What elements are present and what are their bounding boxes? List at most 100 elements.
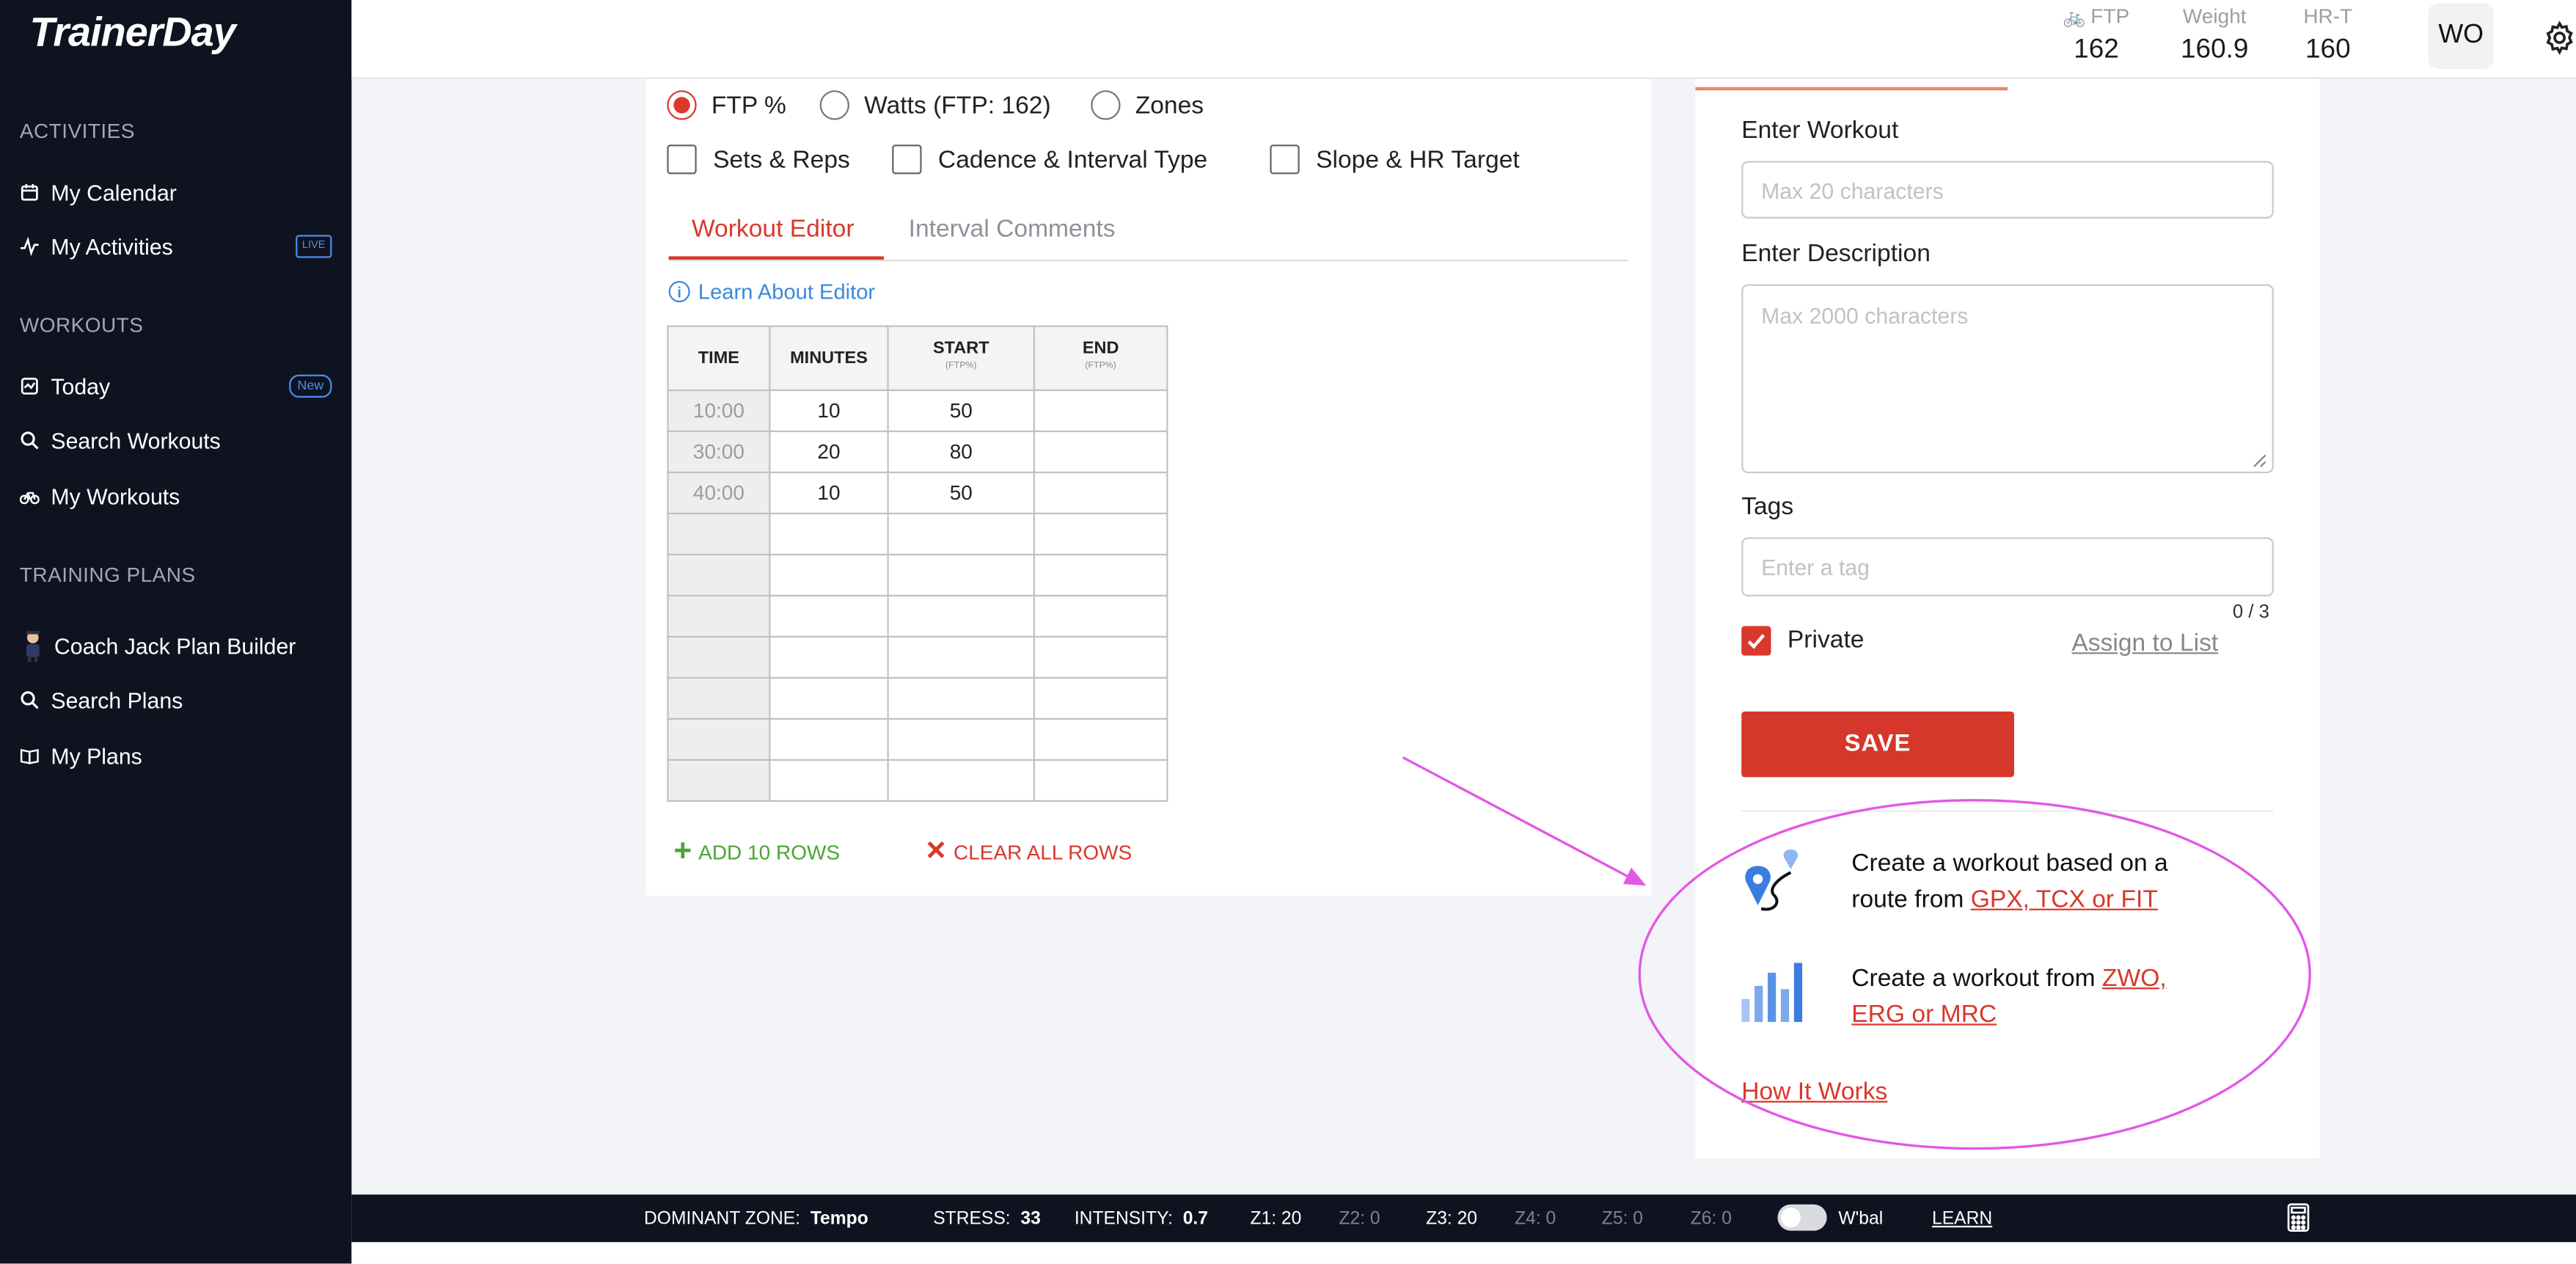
checkbox-sets-reps[interactable]: Sets & Reps	[667, 145, 850, 175]
time-cell	[667, 512, 771, 556]
description-textarea[interactable]: Max 2000 characters	[1741, 284, 2274, 474]
minutes-cell[interactable]: 10	[769, 389, 889, 433]
minutes-cell[interactable]	[769, 553, 889, 597]
minutes-cell[interactable]	[769, 676, 889, 720]
sidebar-item-today[interactable]: Today New	[20, 366, 335, 406]
start-cell[interactable]	[887, 717, 1036, 761]
info-icon: i	[668, 281, 690, 303]
table-row	[667, 717, 1168, 761]
radio-indicator	[819, 90, 849, 120]
search-icon	[20, 690, 40, 710]
hr-target-stat[interactable]: HR-T 160	[2295, 5, 2361, 66]
resize-handle-icon[interactable]	[2251, 452, 2267, 468]
start-cell[interactable]	[887, 512, 1036, 556]
radio-ftp-percent[interactable]: FTP %	[667, 90, 786, 120]
wbal-toggle[interactable]	[1777, 1204, 1827, 1231]
sidebar-item-my-plans[interactable]: My Plans	[20, 736, 335, 775]
add-10-rows-button[interactable]: + ADD 10 ROWS	[673, 836, 840, 868]
calculator-icon[interactable]	[2287, 1203, 2310, 1232]
bike-icon	[19, 486, 40, 506]
sidebar-item-my-workouts[interactable]: My Workouts	[19, 477, 335, 516]
start-cell[interactable]: 80	[887, 430, 1036, 474]
time-cell: 30:00	[667, 430, 771, 474]
end-cell[interactable]	[1033, 512, 1168, 556]
sidebar-item-label: Search Plans	[51, 687, 183, 712]
table-header-row: TIME MINUTES START (FTP%) END (FTP%)	[667, 325, 1168, 392]
ftp-value: 162	[2074, 34, 2119, 65]
end-cell[interactable]	[1033, 635, 1168, 679]
clear-all-rows-button[interactable]: ✕ CLEAR ALL ROWS	[925, 839, 1132, 865]
sidebar-item-label: Today	[51, 373, 111, 399]
time-cell	[667, 553, 771, 597]
sidebar-item-label: My Plans	[51, 743, 142, 769]
header-start: START (FTP%)	[887, 325, 1036, 392]
sidebar-item-search-plans[interactable]: Search Plans	[20, 680, 335, 720]
end-cell[interactable]	[1033, 594, 1168, 638]
end-cell[interactable]	[1033, 759, 1168, 803]
wbal-label: W'bal	[1838, 1209, 1884, 1230]
tab-workout-editor[interactable]: Workout Editor	[692, 215, 855, 243]
checkbox-cadence-interval[interactable]: Cadence & Interval Type	[892, 145, 1208, 175]
weight-stat[interactable]: Weight 160.9	[2169, 5, 2261, 66]
checkbox-label: Cadence & Interval Type	[937, 145, 1208, 174]
start-cell[interactable]	[887, 594, 1036, 638]
start-cell[interactable]	[887, 759, 1036, 803]
brand-logo[interactable]: TrainerDay	[29, 10, 235, 57]
minutes-cell[interactable]	[769, 512, 889, 556]
sidebar-item-my-calendar[interactable]: My Calendar	[20, 172, 335, 212]
weight-label: Weight	[2182, 4, 2247, 29]
minutes-cell[interactable]: 10	[769, 471, 889, 515]
minutes-cell[interactable]	[769, 635, 889, 679]
tab-interval-comments[interactable]: Interval Comments	[909, 215, 1116, 243]
radio-indicator	[1091, 90, 1121, 120]
checkbox-box	[1270, 145, 1300, 175]
ftp-stat[interactable]: 🚲 FTP 162	[2054, 5, 2139, 66]
end-cell[interactable]	[1033, 471, 1168, 515]
radio-zones[interactable]: Zones	[1091, 90, 1204, 120]
start-cell[interactable]	[887, 553, 1036, 597]
time-cell	[667, 676, 771, 720]
end-cell[interactable]	[1033, 717, 1168, 761]
book-icon	[20, 746, 40, 766]
sidebar-item-coach-jack[interactable]: Coach Jack Plan Builder	[20, 626, 335, 665]
minutes-cell[interactable]	[769, 717, 889, 761]
sidebar-item-search-workouts[interactable]: Search Workouts	[20, 420, 335, 460]
start-cell[interactable]	[887, 635, 1036, 679]
radio-label: Watts (FTP: 162)	[864, 91, 1051, 120]
start-cell[interactable]: 50	[887, 389, 1036, 433]
minutes-cell[interactable]	[769, 759, 889, 803]
page-bottom-strip	[351, 1242, 2576, 1264]
sidebar-item-my-activities[interactable]: My Activities LIVE	[20, 227, 335, 266]
start-cell[interactable]: 50	[887, 471, 1036, 515]
tags-input[interactable]: Enter a tag	[1741, 537, 2274, 597]
end-cell[interactable]	[1033, 430, 1168, 474]
tags-label: Tags	[1741, 492, 1794, 522]
section-activities: ACTIVITIES	[19, 120, 135, 143]
zone-5-time: Z5: 0	[1601, 1209, 1643, 1230]
time-cell: 40:00	[667, 471, 771, 515]
table-row: 30:00 20 80	[667, 430, 1168, 474]
learn-link[interactable]: LEARN	[1932, 1209, 1992, 1229]
user-avatar[interactable]: WO	[2428, 3, 2495, 70]
workout-name-input[interactable]: Max 20 characters	[1741, 161, 2274, 219]
radio-watts[interactable]: Watts (FTP: 162)	[819, 90, 1051, 120]
zone-6-time: Z6: 0	[1690, 1209, 1732, 1230]
private-checkbox[interactable]	[1741, 626, 1771, 656]
end-cell[interactable]	[1033, 676, 1168, 720]
learn-about-editor-link[interactable]: i Learn About Editor	[668, 280, 875, 304]
table-row	[667, 635, 1168, 679]
table-row	[667, 676, 1168, 720]
checkbox-slope-hr[interactable]: Slope & HR Target	[1270, 145, 1520, 175]
minutes-cell[interactable]: 20	[769, 430, 889, 474]
gear-icon[interactable]	[2542, 20, 2576, 56]
end-cell[interactable]	[1033, 553, 1168, 597]
coach-jack-icon	[20, 629, 46, 662]
end-cell[interactable]	[1033, 389, 1168, 433]
assign-to-list-link[interactable]: Assign to List	[2071, 629, 2218, 657]
minutes-cell[interactable]	[769, 594, 889, 638]
panel-progress-line	[1695, 87, 2008, 91]
start-cell[interactable]	[887, 676, 1036, 720]
bike-icon: 🚲	[2063, 8, 2086, 29]
new-badge: New	[289, 374, 332, 398]
app-root: TrainerDay ACTIVITIES My Calendar My Act…	[0, 0, 2576, 1264]
